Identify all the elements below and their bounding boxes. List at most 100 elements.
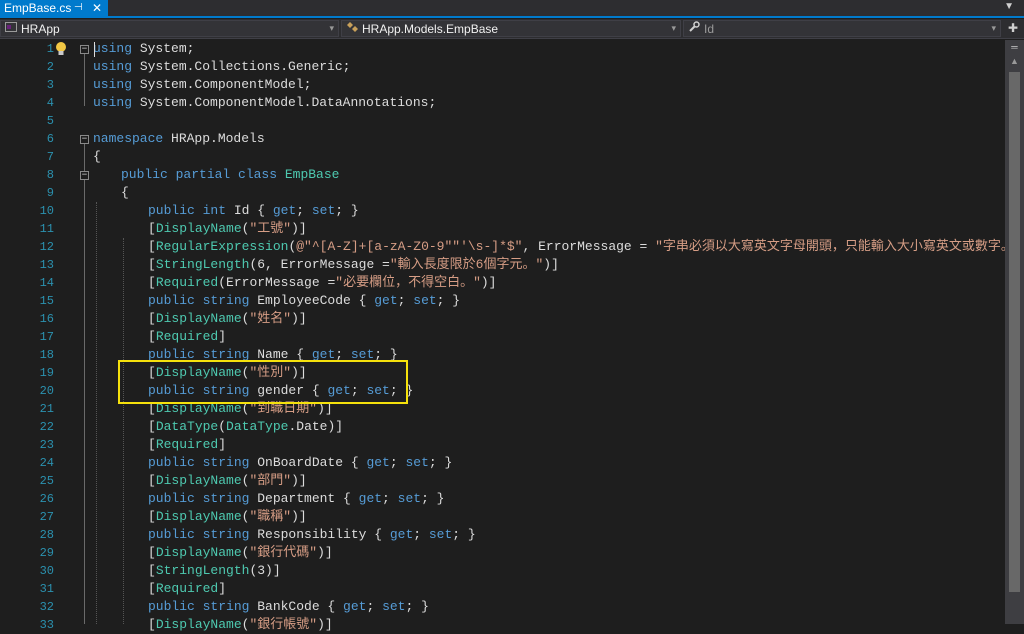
code-line[interactable]: 30 [StringLength(3)] <box>0 562 1005 580</box>
code-line[interactable]: 23 [Required] <box>0 436 1005 454</box>
code-line[interactable]: 31 [Required] <box>0 580 1005 598</box>
type-dropdown[interactable]: HRApp.Models.EmpBase ▾ <box>341 20 681 37</box>
class-icon <box>345 21 359 36</box>
lightbulb-icon[interactable] <box>55 41 67 57</box>
code-token: "工號" <box>249 221 292 236</box>
code-line[interactable]: 17 [Required] <box>0 328 1005 346</box>
code-line[interactable]: 11 [DisplayName("工號")] <box>0 220 1005 238</box>
line-number: 31 <box>39 582 54 596</box>
code-line[interactable]: 27 [DisplayName("職稱")] <box>0 508 1005 526</box>
code-text: public string Department { get; set; } <box>148 490 444 508</box>
code-line[interactable]: 28 public string Responsibility { get; se… <box>0 526 1005 544</box>
pin-icon[interactable]: ⊣ <box>74 0 83 16</box>
vertical-scrollbar[interactable]: ═ ▲ <box>1005 40 1024 624</box>
code-token: [ <box>148 473 156 488</box>
code-token: [ <box>148 617 156 632</box>
line-number: 14 <box>39 276 54 290</box>
code-token: ; } <box>421 491 445 506</box>
csharp-project-icon <box>4 21 18 36</box>
line-number: 27 <box>39 510 54 524</box>
fold-minus-icon[interactable]: − <box>80 135 89 144</box>
code-line[interactable]: 1 using System; <box>0 40 1005 58</box>
code-line[interactable]: 12 [RegularExpression(@"^[A-Z]+[a-zA-Z0-9… <box>0 238 1024 256</box>
code-token: "部門" <box>249 473 292 488</box>
code-text: [RegularExpression(@"^[A-Z]+[a-zA-Z0-9""… <box>148 238 1024 256</box>
line-number: 9 <box>46 186 54 200</box>
code-line[interactable]: 32 public string BankCode { get; set; } <box>0 598 1005 616</box>
code-line[interactable]: 26 public string Department { get; set; } <box>0 490 1005 508</box>
code-line[interactable]: 6 namespace HRApp.Models <box>0 130 1005 148</box>
member-name: Id <box>704 22 715 36</box>
code-text: [Required] <box>148 580 226 598</box>
code-token: [ <box>148 437 156 452</box>
code-token: ; <box>413 527 429 542</box>
code-editor[interactable]: 1 using System; 2 using System.Collections.… <box>0 40 1024 632</box>
line-number: 8 <box>46 168 54 182</box>
code-text: [DisplayName("職稱")] <box>148 508 307 526</box>
tab-overflow-dropdown-icon[interactable]: ▼ <box>1004 1 1014 12</box>
scroll-up-arrow-icon[interactable]: ▲ <box>1005 56 1024 66</box>
code-line[interactable]: 7{ <box>0 148 1005 166</box>
code-line[interactable]: 33 [DisplayName("銀行帳號")] <box>0 616 1005 634</box>
member-dropdown[interactable]: Id ▾ <box>683 20 1001 37</box>
code-token: DisplayName <box>155 221 242 236</box>
code-token: set <box>405 455 429 470</box>
code-line[interactable]: 10 public int Id { get; set; } <box>0 202 1005 220</box>
line-number: 11 <box>39 222 54 236</box>
code-line[interactable]: 3 using System.ComponentModel; <box>0 76 1005 94</box>
code-token: get <box>389 527 414 542</box>
code-token: [ <box>148 239 156 254</box>
code-line[interactable]: 9{ <box>0 184 1005 202</box>
splitter-icon[interactable]: ═ <box>1009 42 1020 52</box>
code-token: StringLength <box>155 563 250 578</box>
code-token: )] <box>291 311 307 326</box>
line-number: 18 <box>39 348 54 362</box>
code-text: [DisplayName("工號")] <box>148 220 307 238</box>
fold-minus-icon[interactable]: − <box>80 45 89 54</box>
tab-empbase-cs[interactable]: EmpBase.cs ⊣ ✕ <box>0 0 108 16</box>
split-window-icon[interactable]: ✚ <box>1008 21 1018 35</box>
code-token: using <box>93 77 133 92</box>
code-line[interactable]: 2 using System.Collections.Generic; <box>0 58 1005 76</box>
code-line[interactable]: 5 <box>0 112 1005 130</box>
code-line[interactable]: 22 [DataType(DataType.Date)] <box>0 418 1005 436</box>
code-token: public partial class <box>121 167 278 182</box>
code-line[interactable]: 25 [DisplayName("部門")] <box>0 472 1005 490</box>
code-text: using System.ComponentModel; <box>93 76 311 94</box>
code-line[interactable]: 29 [DisplayName("銀行代碼")] <box>0 544 1005 562</box>
code-token: "輸入長度限於6個字元。" <box>389 257 544 272</box>
code-token: DisplayName <box>155 617 242 632</box>
code-token: set <box>397 491 422 506</box>
close-icon[interactable]: ✕ <box>92 0 102 16</box>
line-number: 15 <box>39 294 54 308</box>
line-number: 3 <box>46 78 54 92</box>
code-line[interactable]: 8 public partial class EmpBase <box>0 166 1005 184</box>
code-token: [ <box>148 257 156 272</box>
code-line[interactable]: 15 public string EmployeeCode { get; set;… <box>0 292 1005 310</box>
code-token: System; <box>132 41 195 56</box>
code-token: DisplayName <box>155 473 242 488</box>
code-token: namespace <box>93 131 164 146</box>
code-line[interactable]: 14 [Required(ErrorMessage ="必要欄位，不得空白。")] <box>0 274 1005 292</box>
line-number: 12 <box>39 240 54 254</box>
code-token: )] <box>317 617 333 632</box>
code-token: public string <box>148 527 250 542</box>
code-token: get <box>374 293 398 308</box>
project-dropdown[interactable]: HRApp ▾ <box>0 20 339 37</box>
line-number: 4 <box>46 96 54 110</box>
code-token: (6, ErrorMessage = <box>249 257 390 272</box>
line-number: 17 <box>39 330 54 344</box>
code-line[interactable]: 4 using System.ComponentModel.DataAnnotat… <box>0 94 1005 112</box>
code-token: ; <box>389 455 406 470</box>
code-token: "姓名" <box>249 311 292 326</box>
code-line[interactable]: 24 public string OnBoardDate { get; set; … <box>0 454 1005 472</box>
code-token: ; } <box>428 455 453 470</box>
code-token: ] <box>218 437 227 452</box>
code-token: System.ComponentModel.DataAnnotations; <box>132 95 437 110</box>
code-token: { <box>93 149 101 164</box>
code-token: DisplayName <box>155 509 242 524</box>
fold-minus-icon[interactable]: − <box>80 171 89 180</box>
code-line[interactable]: 13 [StringLength(6, ErrorMessage ="輸入長度限於… <box>0 256 1005 274</box>
scrollbar-thumb[interactable] <box>1009 72 1020 592</box>
code-line[interactable]: 16 [DisplayName("姓名")] <box>0 310 1005 328</box>
